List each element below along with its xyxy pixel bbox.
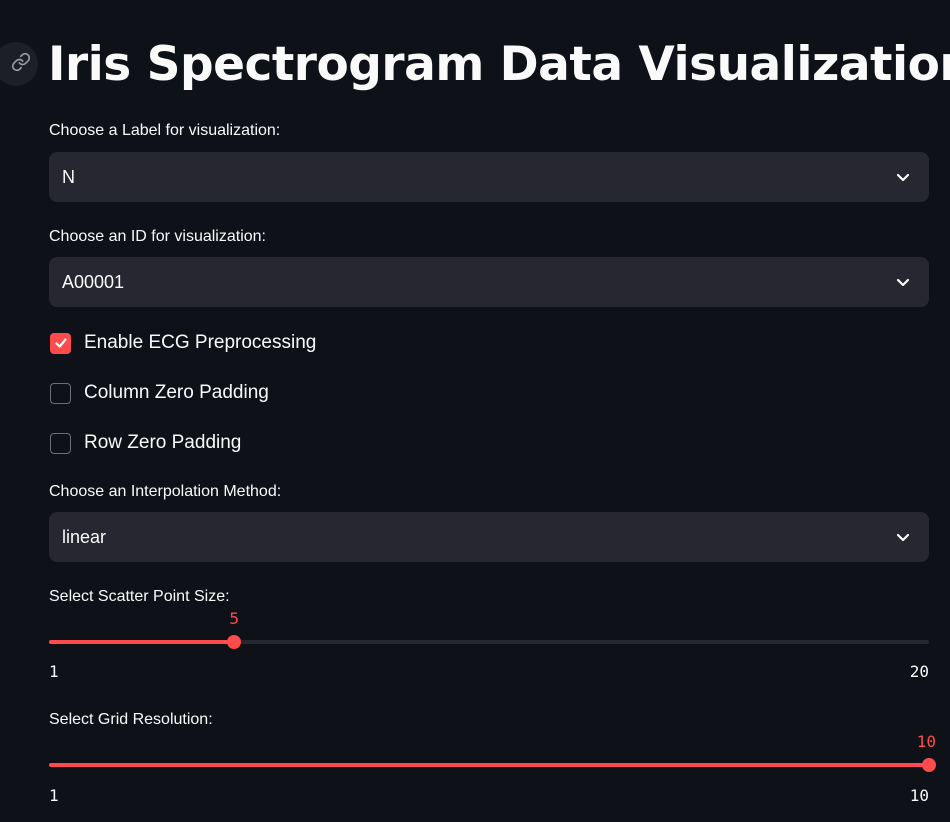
slider-max: 10 [909, 786, 929, 805]
checkbox-box[interactable] [50, 432, 71, 454]
point-size-slider-range: 1 20 [49, 662, 929, 681]
page-title: Iris Spectrogram Data Visualization [48, 37, 950, 92]
slider-value: 10 [916, 732, 936, 751]
slider-fill [49, 763, 929, 767]
slider-thumb[interactable] [227, 635, 242, 649]
chevron-down-icon [895, 529, 911, 545]
checkbox-row-zero-padding[interactable]: Row Zero Padding [50, 432, 241, 454]
interpolation-select-value: linear [62, 526, 107, 547]
slider-thumb[interactable] [922, 758, 936, 772]
id-select-label: Choose an ID for visualization: [49, 228, 266, 245]
checkbox-box[interactable] [50, 382, 71, 404]
checkbox-box[interactable] [50, 332, 71, 354]
id-select-value: A00001 [62, 271, 125, 292]
label-select-value: N [62, 166, 75, 187]
slider-value: 5 [229, 609, 240, 628]
link-icon [1, 52, 31, 77]
checkbox-label: Enable ECG Preprocessing [84, 332, 317, 353]
checkbox-column-zero-padding[interactable]: Column Zero Padding [50, 382, 269, 404]
anchor-link-button[interactable] [0, 42, 38, 86]
label-select[interactable]: N [49, 152, 929, 202]
interpolation-select-label: Choose an Interpolation Method: [49, 483, 282, 500]
point-size-slider[interactable]: 5 [49, 609, 929, 653]
chevron-down-icon [895, 169, 911, 185]
interpolation-select[interactable]: linear [49, 512, 929, 562]
slider-min: 1 [49, 662, 59, 681]
grid-resolution-slider-label: Select Grid Resolution: [49, 711, 213, 728]
label-select-label: Choose a Label for visualization: [49, 122, 281, 139]
slider-max: 20 [909, 662, 929, 681]
slider-min: 1 [49, 786, 59, 805]
point-size-slider-label: Select Scatter Point Size: [49, 588, 230, 605]
chevron-down-icon [895, 274, 911, 290]
grid-resolution-slider-range: 1 10 [49, 786, 929, 805]
grid-resolution-slider[interactable]: 10 [49, 732, 936, 776]
app-page: Iris Spectrogram Data Visualization Choo… [0, 0, 950, 822]
slider-fill [49, 640, 235, 644]
checkbox-label: Column Zero Padding [84, 382, 269, 403]
checkbox-ecg-preprocessing[interactable]: Enable ECG Preprocessing [50, 332, 316, 354]
checkbox-label: Row Zero Padding [84, 432, 242, 453]
id-select[interactable]: A00001 [49, 257, 929, 307]
